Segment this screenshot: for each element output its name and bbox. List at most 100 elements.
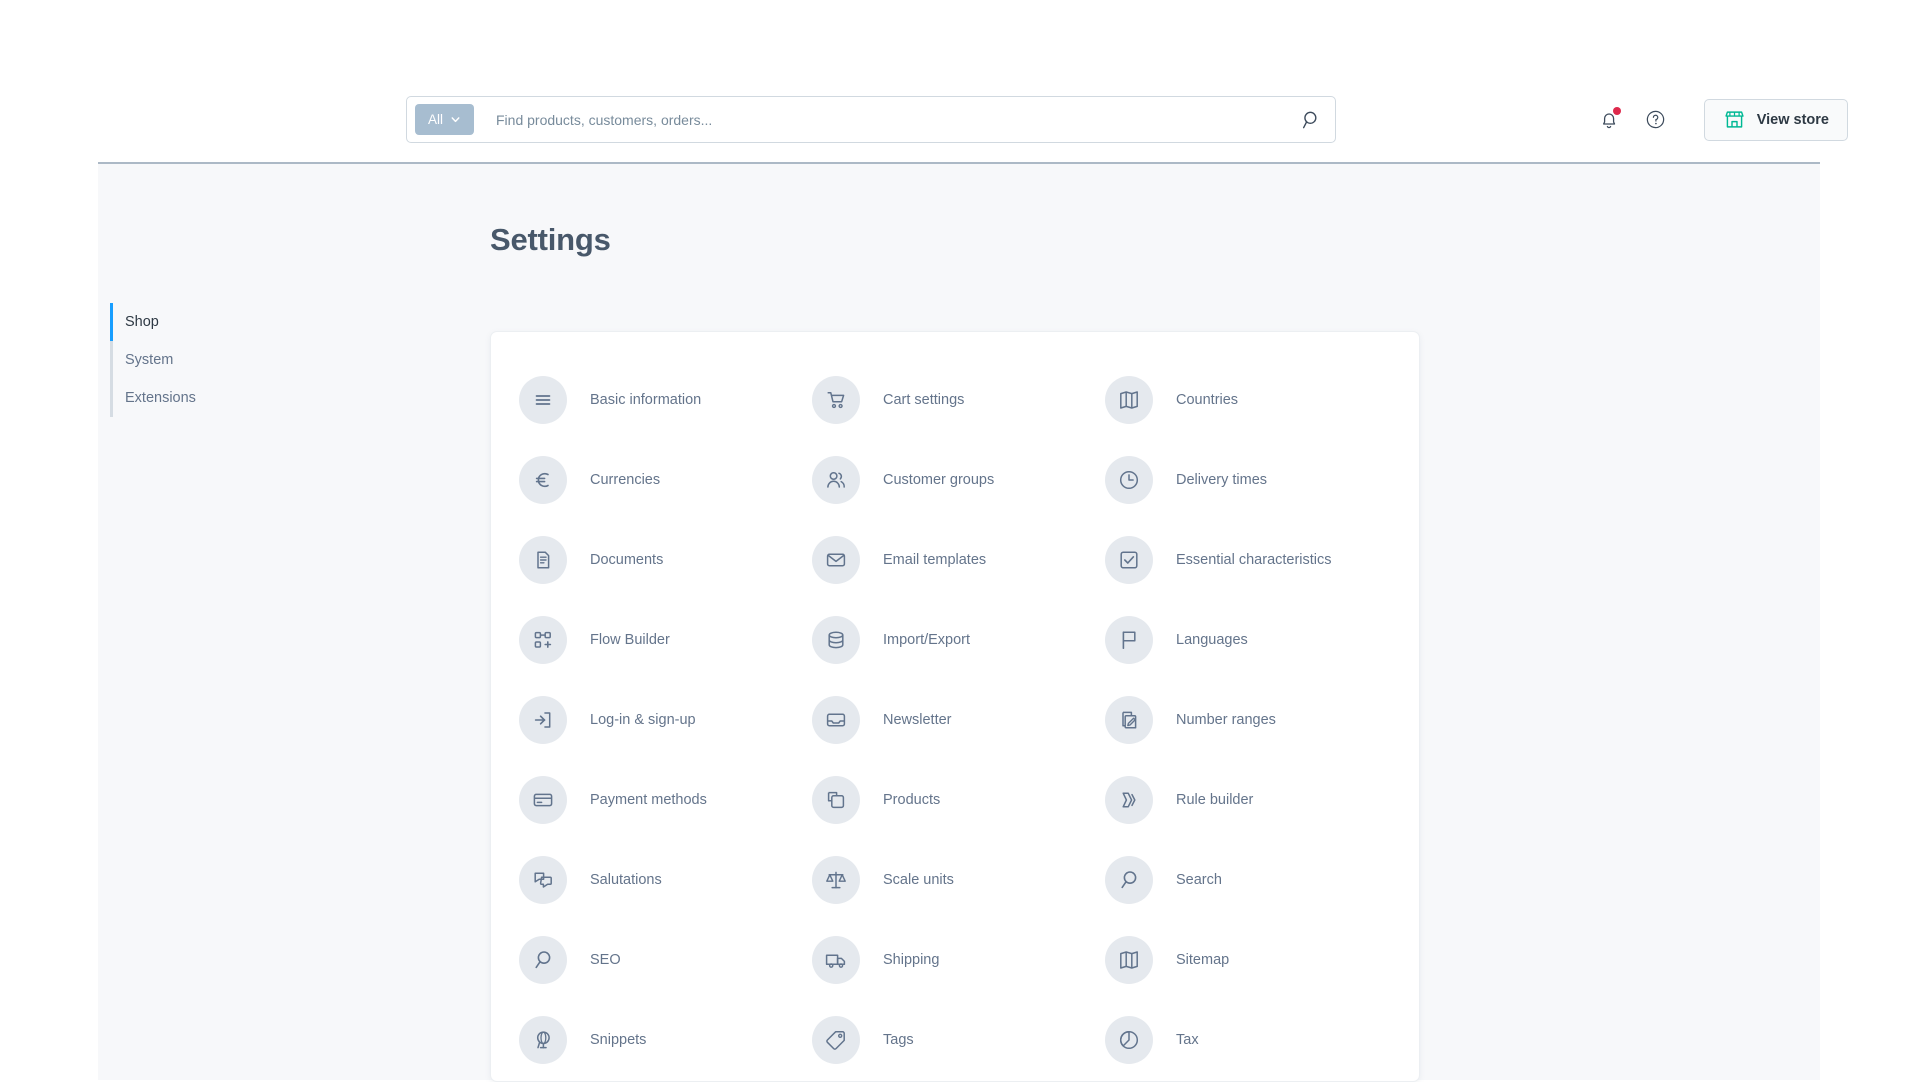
setting-products[interactable]: Products xyxy=(812,760,1105,840)
copy-squares-icon xyxy=(812,776,860,824)
setting-search[interactable]: Search xyxy=(1105,840,1419,920)
setting-essential-characteristics[interactable]: Essential characteristics xyxy=(1105,520,1419,600)
setting-label: Rule builder xyxy=(1176,792,1254,808)
setting-languages[interactable]: Languages xyxy=(1105,600,1419,680)
help-button[interactable] xyxy=(1641,105,1671,135)
setting-label: Salutations xyxy=(590,872,662,888)
notification-badge xyxy=(1612,106,1621,115)
page-title: Settings xyxy=(490,222,611,257)
shopping-cart-icon xyxy=(812,376,860,424)
speech-bubbles-icon xyxy=(519,856,567,904)
sidebar-item-label: Shop xyxy=(125,314,159,330)
setting-sitemap[interactable]: Sitemap xyxy=(1105,920,1419,1000)
setting-scale-units[interactable]: Scale units xyxy=(812,840,1105,920)
setting-newsletter[interactable]: Newsletter xyxy=(812,680,1105,760)
pencil-document-icon xyxy=(1105,696,1153,744)
inbox-tray-icon xyxy=(812,696,860,744)
search-input[interactable] xyxy=(496,111,1289,128)
search-submit-button[interactable] xyxy=(1289,97,1335,142)
top-bar: All Find products, customers, orders... … xyxy=(0,0,1920,163)
hamburger-lines-icon xyxy=(519,376,567,424)
setting-label: Tags xyxy=(883,1032,914,1048)
setting-salutations[interactable]: Salutations xyxy=(519,840,812,920)
setting-tags[interactable]: Tags xyxy=(812,1000,1105,1080)
setting-customer-groups[interactable]: Customer groups xyxy=(812,440,1105,520)
price-tag-icon xyxy=(812,1016,860,1064)
search-icon xyxy=(1302,110,1322,130)
setting-label: Number ranges xyxy=(1176,712,1276,728)
clock-icon xyxy=(1105,456,1153,504)
setting-label: Tax xyxy=(1176,1032,1199,1048)
topbar-actions: View store xyxy=(1594,96,1848,143)
setting-label: Languages xyxy=(1176,632,1248,648)
setting-basic-information[interactable]: Basic information xyxy=(519,360,812,440)
globe-stand-icon xyxy=(519,1016,567,1064)
view-store-button[interactable]: View store xyxy=(1703,98,1848,141)
setting-label: Basic information xyxy=(590,392,702,408)
settings-card: Basic information Currencies Documents F… xyxy=(490,331,1420,1082)
setting-currencies[interactable]: Currencies xyxy=(519,440,812,520)
flag-icon xyxy=(1105,616,1153,664)
settings-grid: Basic information Currencies Documents F… xyxy=(491,360,1419,1080)
sidebar-item-system[interactable]: System xyxy=(110,341,350,379)
settings-column-2: Cart settings Customer groups Email temp… xyxy=(812,360,1105,1080)
setting-cart-settings[interactable]: Cart settings xyxy=(812,360,1105,440)
setting-label: SEO xyxy=(590,952,621,968)
setting-number-ranges[interactable]: Number ranges xyxy=(1105,680,1419,760)
setting-label: Newsletter xyxy=(883,712,952,728)
setting-tax[interactable]: Tax xyxy=(1105,1000,1419,1080)
setting-import-export[interactable]: Import/Export xyxy=(812,600,1105,680)
notifications-button[interactable] xyxy=(1594,105,1624,135)
setting-countries[interactable]: Countries xyxy=(1105,360,1419,440)
view-store-label: View store xyxy=(1756,111,1829,128)
setting-email-templates[interactable]: Email templates xyxy=(812,520,1105,600)
global-search-bar: All xyxy=(406,96,1336,143)
settings-column-1: Basic information Currencies Documents F… xyxy=(519,360,812,1080)
euro-icon xyxy=(519,456,567,504)
setting-label: Snippets xyxy=(590,1032,647,1048)
setting-delivery-times[interactable]: Delivery times xyxy=(1105,440,1419,520)
rule-chevron-icon xyxy=(1105,776,1153,824)
pie-chart-icon xyxy=(1105,1016,1153,1064)
setting-label: Sitemap xyxy=(1176,952,1230,968)
folded-map-icon xyxy=(1105,936,1153,984)
setting-label: Essential characteristics xyxy=(1176,552,1332,568)
question-circle-icon xyxy=(1645,109,1666,130)
sidebar-item-label: System xyxy=(125,352,174,368)
setting-label: Payment methods xyxy=(590,792,707,808)
setting-label: Countries xyxy=(1176,392,1239,408)
setting-label: Customer groups xyxy=(883,472,995,488)
setting-flow-builder[interactable]: Flow Builder xyxy=(519,600,812,680)
setting-label: Search xyxy=(1176,872,1222,888)
setting-rule-builder[interactable]: Rule builder xyxy=(1105,760,1419,840)
chevron-down-icon xyxy=(450,114,461,125)
settings-sidebar: Shop System Extensions xyxy=(110,303,350,417)
setting-seo[interactable]: SEO xyxy=(519,920,812,1000)
sidebar-item-shop[interactable]: Shop xyxy=(110,303,350,341)
magnifier-icon xyxy=(1105,856,1153,904)
setting-label: Log-in & sign-up xyxy=(590,712,696,728)
setting-label: Flow Builder xyxy=(590,632,670,648)
delivery-truck-icon xyxy=(812,936,860,984)
sidebar-item-extensions[interactable]: Extensions xyxy=(110,379,350,417)
search-scope-dropdown[interactable]: All xyxy=(415,104,474,135)
setting-label: Delivery times xyxy=(1176,472,1268,488)
login-arrow-icon xyxy=(519,696,567,744)
storefront-icon xyxy=(1723,108,1746,131)
setting-label: Import/Export xyxy=(883,632,971,648)
setting-label: Email templates xyxy=(883,552,987,568)
database-icon xyxy=(812,616,860,664)
setting-label: Products xyxy=(883,792,941,808)
setting-log-in-sign-up[interactable]: Log-in & sign-up xyxy=(519,680,812,760)
users-group-icon xyxy=(812,456,860,504)
setting-documents[interactable]: Documents xyxy=(519,520,812,600)
setting-snippets[interactable]: Snippets xyxy=(519,1000,812,1080)
setting-label: Documents xyxy=(590,552,664,568)
sidebar-item-label: Extensions xyxy=(125,390,196,406)
setting-label: Scale units xyxy=(883,872,954,888)
flow-nodes-icon xyxy=(519,616,567,664)
folded-map-icon xyxy=(1105,376,1153,424)
balance-scale-icon xyxy=(812,856,860,904)
setting-payment-methods[interactable]: Payment methods xyxy=(519,760,812,840)
setting-shipping[interactable]: Shipping xyxy=(812,920,1105,1000)
